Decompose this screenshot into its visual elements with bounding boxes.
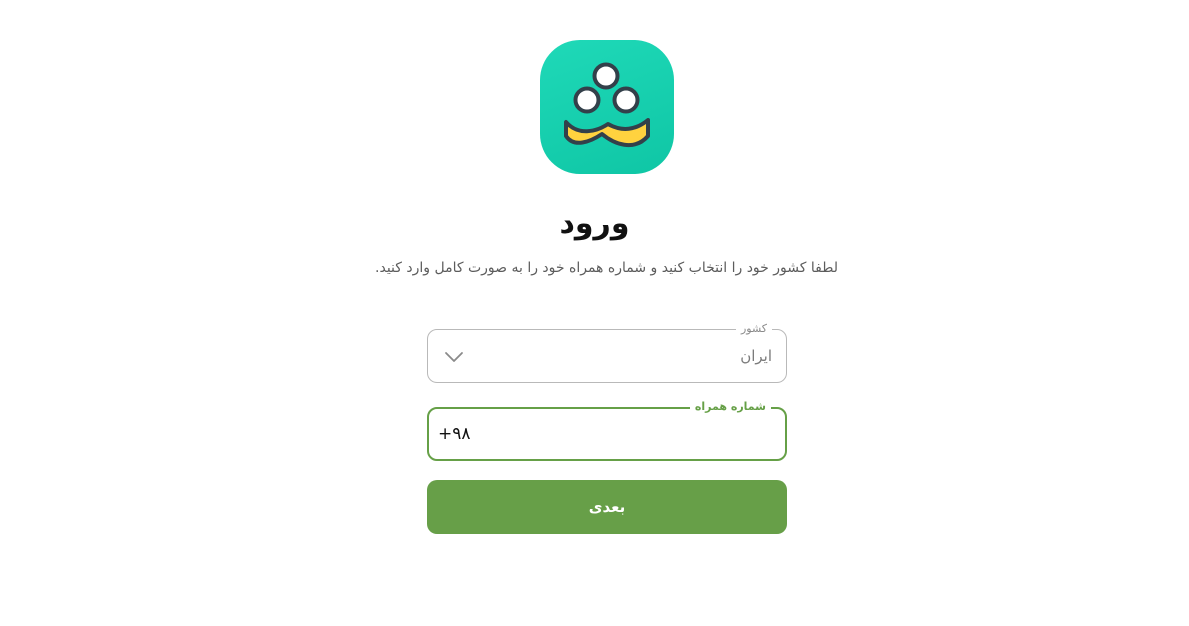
phone-input[interactable]: شماره همراه +۹۸	[427, 399, 787, 461]
phone-label: شماره همراه	[689, 399, 771, 415]
country-value: ایران	[740, 347, 772, 365]
country-select[interactable]: کشور ایران	[427, 321, 787, 383]
next-button[interactable]: بعدی	[427, 480, 787, 534]
page-title: ورود	[559, 206, 630, 241]
chevron-down-icon[interactable]	[444, 347, 464, 367]
country-label: کشور	[735, 321, 772, 337]
page-subtitle: لطفا کشور خود را انتخاب کنید و شماره همر…	[375, 260, 838, 276]
login-page: ورود لطفا کشور خود را انتخاب کنید و شمار…	[0, 0, 1189, 626]
phone-value[interactable]: +۹۸	[438, 422, 471, 446]
app-logo-icon	[540, 40, 674, 174]
